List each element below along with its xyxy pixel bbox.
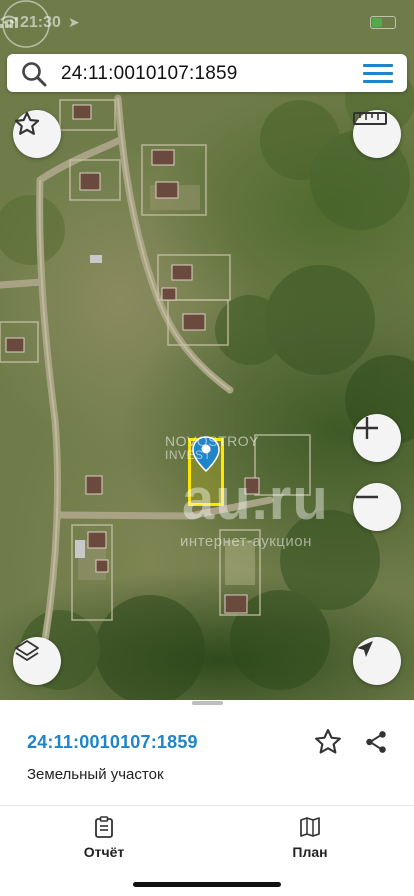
- locate-button[interactable]: [353, 637, 401, 685]
- navigation-arrow-icon: [357, 641, 373, 657]
- cadastral-number: 24:11:0010107:1859: [27, 732, 198, 752]
- satellite-map[interactable]: NOVOSTROY INVEST au.ru интернет-аукцион …: [0, 0, 414, 700]
- hamburger-menu-icon[interactable]: [363, 64, 393, 84]
- zoom-in-button[interactable]: [353, 414, 401, 462]
- layers-button[interactable]: [13, 637, 61, 685]
- watermark-site-subtitle: интернет-аукцион: [180, 533, 312, 550]
- plus-icon: [356, 417, 378, 439]
- parcel-details-sheet[interactable]: 24:11:0010107:1859 Земельный участок Отч…: [0, 700, 414, 896]
- location-arrow-icon: ➤: [68, 14, 80, 30]
- map-plan-icon: [300, 817, 320, 837]
- search-bar[interactable]: 24:11:0010107:1859: [7, 54, 407, 92]
- divider: [0, 805, 414, 806]
- zoom-out-button[interactable]: [353, 483, 401, 531]
- home-indicator[interactable]: [133, 882, 281, 887]
- parcel-type: Земельный участок: [27, 766, 164, 783]
- tab-plan[interactable]: План: [265, 816, 355, 860]
- watermark-brand-line1: NOVOSTROY: [165, 433, 259, 449]
- favorite-map-button[interactable]: [13, 110, 61, 158]
- tab-plan-label: План: [292, 844, 328, 860]
- sheet-drag-handle[interactable]: [192, 701, 223, 705]
- search-icon[interactable]: [21, 61, 47, 87]
- ruler-button[interactable]: [353, 110, 401, 158]
- search-input[interactable]: 24:11:0010107:1859: [61, 63, 238, 85]
- share-icon[interactable]: [363, 729, 389, 755]
- tab-report[interactable]: Отчёт: [59, 816, 149, 860]
- star-icon[interactable]: [313, 727, 343, 757]
- ruler-icon: [353, 112, 387, 125]
- tab-report-label: Отчёт: [83, 844, 125, 860]
- watermark-site: au.ru: [182, 467, 329, 532]
- battery-icon: [370, 16, 396, 29]
- status-bar: 21:30 ➤: [0, 0, 414, 46]
- status-time: 21:30: [20, 14, 61, 31]
- watermark-brand-line2: INVEST: [165, 448, 212, 462]
- star-icon: [14, 111, 40, 135]
- map-imagery: [0, 65, 414, 700]
- wifi-icon: [0, 15, 18, 28]
- report-icon: [95, 816, 113, 838]
- layers-icon: [15, 640, 39, 661]
- minus-icon: [356, 495, 378, 499]
